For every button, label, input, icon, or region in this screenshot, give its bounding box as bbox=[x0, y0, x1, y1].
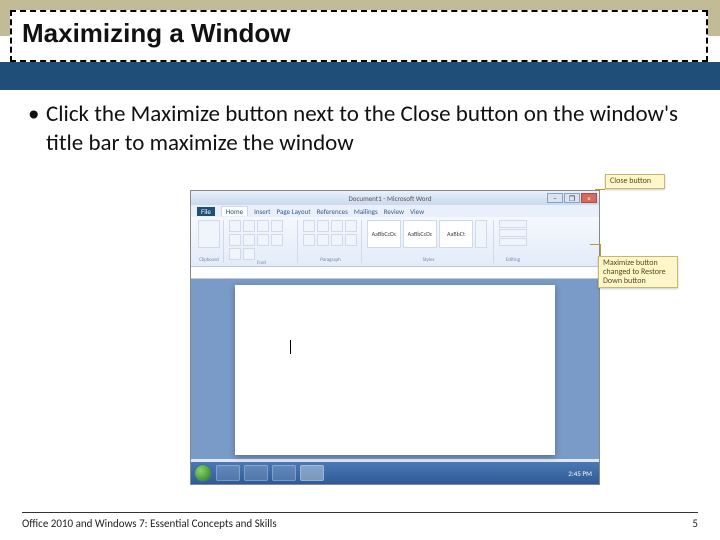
callout-close-button: Close button bbox=[605, 174, 665, 189]
group-styles: AaBbCcDc AaBbCcDc AaBbCt Styles bbox=[364, 220, 494, 263]
group-paragraph-label: Paragraph bbox=[303, 257, 358, 263]
system-tray: 2:45 PM bbox=[568, 469, 596, 478]
para-btn[interactable] bbox=[317, 234, 329, 246]
para-btn[interactable] bbox=[303, 234, 315, 246]
page-number: 5 bbox=[692, 517, 698, 530]
font-btn[interactable] bbox=[229, 234, 241, 246]
font-btn[interactable] bbox=[257, 220, 269, 232]
taskbar-item[interactable] bbox=[244, 465, 268, 481]
group-font: Font bbox=[226, 220, 298, 263]
style-normal[interactable]: AaBbCcDc bbox=[367, 220, 401, 248]
group-clipboard: Clipboard bbox=[195, 220, 224, 263]
tab-review[interactable]: Review bbox=[384, 207, 404, 216]
para-btn[interactable] bbox=[331, 234, 343, 246]
font-btn[interactable] bbox=[271, 234, 283, 246]
blue-band bbox=[0, 62, 720, 90]
tab-references[interactable]: References bbox=[317, 207, 348, 216]
restore-button[interactable]: ❐ bbox=[564, 193, 580, 203]
slide-footer: Office 2010 and Windows 7: Essential Con… bbox=[22, 512, 698, 530]
callout-leader bbox=[590, 244, 600, 245]
slide-title: Maximizing a Window bbox=[22, 18, 696, 49]
ruler bbox=[191, 267, 599, 279]
tab-insert[interactable]: Insert bbox=[254, 207, 270, 216]
bullet-1: • Click the Maximize button next to the … bbox=[28, 100, 692, 158]
font-btn[interactable] bbox=[243, 220, 255, 232]
ribbon: Clipboard Font Paragraph AaBbCcDc AaBbCc… bbox=[191, 217, 599, 267]
tab-layout[interactable]: Page Layout bbox=[277, 207, 311, 216]
document-page bbox=[235, 285, 555, 455]
replace-btn[interactable] bbox=[499, 229, 527, 237]
font-btn[interactable] bbox=[243, 234, 255, 246]
word-screenshot: Document1 - Microsoft Word – ❐ × File Ho… bbox=[190, 190, 600, 485]
footer-text: Office 2010 and Windows 7: Essential Con… bbox=[22, 517, 277, 530]
bullet-dot: • bbox=[28, 100, 46, 158]
para-btn[interactable] bbox=[345, 220, 357, 232]
taskbar-word-icon[interactable] bbox=[300, 465, 324, 481]
style-heading1[interactable]: AaBbCt bbox=[439, 220, 473, 248]
close-button[interactable]: × bbox=[581, 193, 597, 203]
text-cursor bbox=[290, 340, 291, 354]
group-editing: Editing bbox=[496, 220, 530, 263]
group-editing-label: Editing bbox=[499, 257, 527, 263]
windows-taskbar: 2:45 PM bbox=[191, 462, 599, 484]
slide-body: • Click the Maximize button next to the … bbox=[28, 100, 692, 158]
taskbar-item[interactable] bbox=[272, 465, 296, 481]
tab-mailings[interactable]: Mailings bbox=[354, 207, 378, 216]
font-btn[interactable] bbox=[229, 248, 241, 260]
tab-view[interactable]: View bbox=[410, 207, 424, 216]
font-btn[interactable] bbox=[229, 220, 241, 232]
word-titlebar: Document1 - Microsoft Word – ❐ × bbox=[191, 191, 599, 205]
word-titlebar-text: Document1 - Microsoft Word bbox=[233, 194, 547, 203]
tray-time: 2:45 PM bbox=[568, 469, 592, 478]
minimize-button[interactable]: – bbox=[547, 193, 563, 203]
group-styles-label: Styles bbox=[367, 257, 490, 263]
select-btn[interactable] bbox=[499, 238, 527, 246]
group-paragraph: Paragraph bbox=[300, 220, 362, 263]
tab-home[interactable]: Home bbox=[221, 206, 248, 216]
taskbar-item[interactable] bbox=[216, 465, 240, 481]
font-btn[interactable] bbox=[257, 234, 269, 246]
bullet-1-text: Click the Maximize button next to the Cl… bbox=[46, 100, 692, 158]
para-btn[interactable] bbox=[331, 220, 343, 232]
start-button[interactable] bbox=[194, 464, 212, 482]
callout-leader bbox=[595, 189, 605, 190]
callout-restore-button: Maximize button changed to Restore Down … bbox=[598, 256, 678, 288]
group-clipboard-label: Clipboard bbox=[198, 257, 220, 263]
style-nospacing[interactable]: AaBbCcDc bbox=[403, 220, 437, 248]
para-btn[interactable] bbox=[345, 234, 357, 246]
para-btn[interactable] bbox=[303, 220, 315, 232]
styles-more[interactable] bbox=[475, 220, 487, 248]
group-font-label: Font bbox=[229, 260, 294, 266]
window-buttons: – ❐ × bbox=[547, 193, 597, 203]
document-area bbox=[191, 279, 599, 459]
slide-title-box: Maximizing a Window bbox=[10, 10, 708, 62]
font-btn[interactable] bbox=[271, 220, 283, 232]
tab-file[interactable]: File bbox=[197, 207, 215, 216]
para-btn[interactable] bbox=[317, 220, 329, 232]
find-btn[interactable] bbox=[499, 220, 527, 228]
ribbon-tabs: File Home Insert Page Layout References … bbox=[191, 205, 599, 217]
paste-button[interactable] bbox=[198, 220, 220, 248]
font-btn[interactable] bbox=[243, 248, 255, 260]
